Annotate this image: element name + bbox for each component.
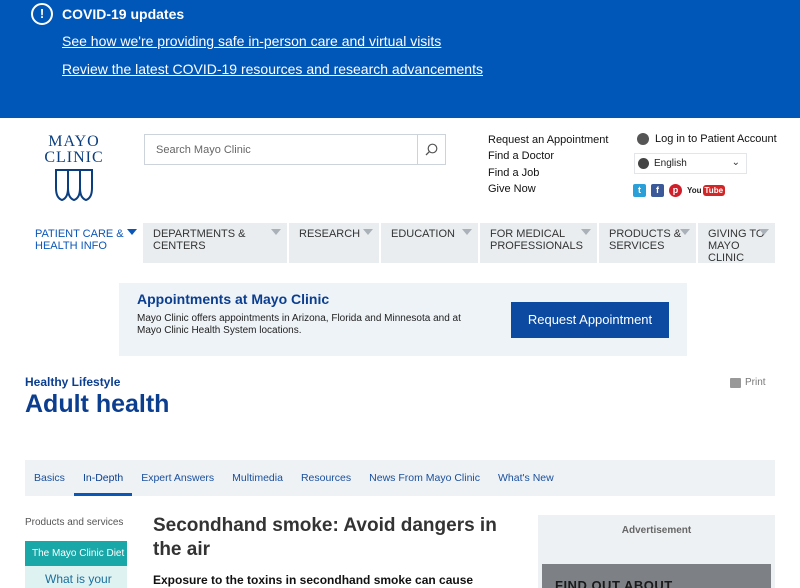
find-job-link[interactable]: Find a Job <box>488 167 608 183</box>
printer-icon <box>730 377 741 388</box>
nav-products-services[interactable]: PRODUCTS & SERVICES <box>599 223 698 263</box>
covid-banner: ! COVID-19 updates See how we're providi… <box>0 0 800 118</box>
request-appointment-button[interactable]: Request Appointment <box>511 302 669 338</box>
tab-news[interactable]: News From Mayo Clinic <box>360 460 489 496</box>
nav-departments[interactable]: DEPARTMENTS & CENTERS <box>143 223 289 263</box>
caret-down-icon <box>363 229 373 235</box>
nav-label: MAYO CLINIC <box>708 240 745 264</box>
nav-label: SERVICES <box>609 240 665 252</box>
search-icon <box>425 143 438 156</box>
diet-promo-box[interactable]: What is your <box>25 566 127 588</box>
appointments-text: Mayo Clinic offers appointments in Arizo… <box>137 313 461 336</box>
tab-in-depth[interactable]: In-Depth <box>73 460 133 496</box>
nav-label: CENTERS <box>153 240 206 252</box>
request-appointment-link[interactable]: Request an Appointment <box>488 134 608 150</box>
youtube-tube: Tube <box>702 185 726 196</box>
tab-expert-answers[interactable]: Expert Answers <box>132 460 223 496</box>
covid-title: COVID-19 updates <box>62 6 185 22</box>
nav-medical-professionals[interactable]: FOR MEDICAL PROFESSIONALS <box>480 223 599 263</box>
tab-whats-new[interactable]: What's New <box>489 460 563 496</box>
give-now-link[interactable]: Give Now <box>488 183 608 199</box>
facebook-icon[interactable]: f <box>651 184 664 197</box>
content-tabs: Basics In-Depth Expert Answers Multimedi… <box>25 460 775 496</box>
appointments-title: Appointments at Mayo Clinic <box>137 291 330 307</box>
search-button[interactable] <box>417 135 445 164</box>
ad-image[interactable]: FIND OUT ABOUT <box>542 564 771 588</box>
nav-label: PROFESSIONALS <box>490 240 583 252</box>
nav-label: EDUCATION <box>391 228 455 240</box>
logo-line-clinic: CLINIC <box>44 149 104 166</box>
nav-giving[interactable]: GIVING TO MAYO CLINIC <box>698 223 775 264</box>
page-title: Adult health <box>25 390 170 418</box>
section-kicker[interactable]: Healthy Lifestyle <box>25 375 120 389</box>
main-nav: PATIENT CARE & HEALTH INFO DEPARTMENTS &… <box>25 223 775 264</box>
language-select[interactable]: English ⌄ <box>634 153 747 174</box>
nav-patient-care[interactable]: PATIENT CARE & HEALTH INFO <box>25 223 143 263</box>
search-box <box>144 134 446 165</box>
nav-label: DEPARTMENTS & <box>153 228 246 240</box>
ad-text: FIND OUT ABOUT <box>555 578 673 588</box>
pinterest-icon[interactable]: p <box>669 184 682 197</box>
social-links: t f p You Tube <box>633 184 726 197</box>
products-services-label: Products and services <box>25 517 124 528</box>
exclamation-icon: ! <box>31 3 53 25</box>
nav-label: PRODUCTS & <box>609 228 682 240</box>
nav-label: RESEARCH <box>299 228 361 240</box>
twitter-icon[interactable]: t <box>633 184 646 197</box>
mayo-clinic-logo[interactable]: MAYO CLINIC <box>41 134 107 202</box>
appointments-banner: Appointments at Mayo Clinic Mayo Clinic … <box>119 283 687 356</box>
nav-label: PATIENT CARE & <box>35 228 124 240</box>
login-link[interactable]: Log in to Patient Account <box>637 133 777 145</box>
caret-down-icon <box>127 229 137 235</box>
person-icon <box>637 133 649 145</box>
tab-basics[interactable]: Basics <box>25 460 74 496</box>
nav-education[interactable]: EDUCATION <box>381 223 480 263</box>
chevron-down-icon: ⌄ <box>731 157 740 168</box>
youtube-you: You <box>687 186 702 195</box>
tab-multimedia[interactable]: Multimedia <box>223 460 292 496</box>
print-button[interactable]: Print <box>730 377 766 388</box>
tab-resources[interactable]: Resources <box>292 460 360 496</box>
article-title: Secondhand smoke: Avoid dangers in the a… <box>153 515 497 560</box>
caret-down-icon <box>462 229 472 235</box>
caret-down-icon <box>581 229 591 235</box>
nav-label: FOR MEDICAL <box>490 228 566 240</box>
youtube-icon[interactable]: You Tube <box>687 184 726 197</box>
shield-logo-icon <box>55 169 93 202</box>
advertisement-label: Advertisement <box>621 525 692 536</box>
globe-icon <box>638 158 649 169</box>
nav-label: GIVING TO <box>708 228 765 240</box>
caret-down-icon <box>759 229 769 235</box>
print-label: Print <box>745 377 766 388</box>
search-input[interactable] <box>145 135 415 164</box>
logo-line-mayo: MAYO <box>48 133 100 150</box>
covid-link-visits[interactable]: See how we're providing safe in-person c… <box>62 33 441 49</box>
language-value: English <box>654 158 687 169</box>
mayo-diet-promo[interactable]: The Mayo Clinic Diet <box>25 541 127 566</box>
quick-links: Request an Appointment Find a Doctor Fin… <box>488 134 608 199</box>
nav-label: HEALTH INFO <box>35 240 107 252</box>
advertisement: Advertisement FIND OUT ABOUT <box>538 515 775 588</box>
caret-down-icon <box>271 229 281 235</box>
nav-research[interactable]: RESEARCH <box>289 223 381 263</box>
caret-down-icon <box>680 229 690 235</box>
covid-link-resources[interactable]: Review the latest COVID-19 resources and… <box>62 61 483 77</box>
login-label: Log in to Patient Account <box>655 133 777 145</box>
article-lead: Exposure to the toxins in secondhand smo… <box>153 573 474 587</box>
find-doctor-link[interactable]: Find a Doctor <box>488 150 608 166</box>
